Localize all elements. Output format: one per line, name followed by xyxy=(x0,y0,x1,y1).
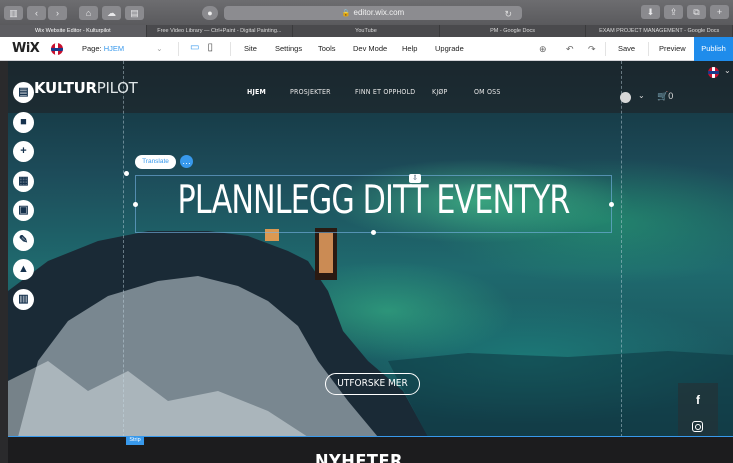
back-icon[interactable]: ‹ xyxy=(27,5,46,20)
extension-icon[interactable]: ● xyxy=(202,6,218,20)
menu-settings[interactable]: Settings xyxy=(275,37,302,61)
lock-icon: 🔒 xyxy=(341,10,351,17)
hero-headline[interactable]: PLANNLEGG DITT EVENTYR xyxy=(168,178,578,223)
grid-guide-right xyxy=(621,61,622,437)
strip-label: Strip xyxy=(126,436,144,445)
home-icon[interactable]: ⌂ xyxy=(79,5,98,20)
chevron-down-icon: ⌄ xyxy=(156,44,163,53)
news-heading[interactable]: NYHETER xyxy=(315,451,403,463)
resize-handle-left[interactable] xyxy=(133,202,138,207)
tab-exam-docs[interactable]: EXAM PROJECT MANAGEMENT - Google Docs xyxy=(586,25,733,37)
user-chevron-icon[interactable]: ⌄ xyxy=(638,91,645,100)
nav-prosjekter[interactable]: PROSJEKTER xyxy=(290,88,331,96)
menu-dev-mode[interactable]: Dev Mode xyxy=(353,37,387,61)
add-apps-icon[interactable]: ▦ xyxy=(13,170,34,192)
explore-more-button[interactable]: UTFORSKE MER xyxy=(325,373,420,395)
save-button[interactable]: Save xyxy=(618,37,635,61)
page-value: HJEM xyxy=(103,44,125,53)
background-icon[interactable]: ■ xyxy=(13,111,34,133)
reader-icon[interactable]: ▤ xyxy=(125,5,144,20)
tab-bar: Wix Website Editor - Kulturpilot Free Vi… xyxy=(0,25,733,37)
nav-om-oss[interactable]: OM OSS xyxy=(474,88,501,96)
cloud-icon[interactable]: ☁ xyxy=(102,5,121,20)
menus-pages-icon[interactable]: ▤ xyxy=(13,82,34,103)
menu-help[interactable]: Help xyxy=(402,37,417,61)
language-flag-icon[interactable] xyxy=(708,67,719,78)
forward-icon[interactable]: › xyxy=(48,5,67,20)
cart-icon[interactable]: 🛒0 xyxy=(657,91,673,102)
canvas-left-edge xyxy=(0,61,8,463)
store-icon[interactable]: ▲ xyxy=(13,259,34,280)
grid-guide-left xyxy=(123,61,124,437)
logo-thin-text: PILOT xyxy=(96,79,138,97)
download-icon[interactable]: ⬇ xyxy=(641,5,660,19)
more-actions-icon[interactable]: … xyxy=(180,155,193,168)
pen-icon[interactable]: ✎ xyxy=(13,229,34,251)
share-icon[interactable]: ⇪ xyxy=(664,5,683,19)
my-business-icon[interactable]: ▥ xyxy=(13,288,34,310)
language-chevron-icon[interactable]: ⌄ xyxy=(724,66,731,75)
wix-topbar: WiX Page: HJEM ⌄ ▭ ▯ Site Settings Tools … xyxy=(0,37,733,61)
media-icon[interactable]: ▣ xyxy=(13,200,34,221)
undo-icon[interactable]: ↶ xyxy=(566,37,574,61)
desktop-view-icon[interactable]: ▭ xyxy=(190,42,199,53)
rotate-handle[interactable] xyxy=(124,171,129,176)
browser-toolbar: ▥ ‹ › ⌂ ☁ ▤ ● 🔒 editor.wix.com ↻ ⬇ ⇪ ⧉ + xyxy=(0,0,733,25)
site-logo[interactable]: KULTURPILOT xyxy=(34,79,138,97)
social-bar: f xyxy=(678,383,718,439)
reload-icon[interactable]: ↻ xyxy=(504,7,512,21)
page-label: Page: xyxy=(82,44,102,53)
preview-button[interactable]: Preview xyxy=(659,37,686,61)
resize-handle-bottom[interactable] xyxy=(371,230,376,235)
menu-upgrade[interactable]: Upgrade xyxy=(435,37,464,61)
menu-tools[interactable]: Tools xyxy=(318,37,336,61)
redo-icon[interactable]: ↷ xyxy=(588,37,596,61)
tab-pm-docs[interactable]: PM - Google Docs xyxy=(440,25,587,37)
user-icon[interactable] xyxy=(620,92,631,103)
nav-kjop[interactable]: KJØP xyxy=(432,88,448,96)
publish-button[interactable]: Publish xyxy=(694,37,733,61)
screen: ▥ ‹ › ⌂ ☁ ▤ ● 🔒 editor.wix.com ↻ ⬇ ⇪ ⧉ + … xyxy=(0,0,733,463)
nav-finn-et-opphold[interactable]: FINN ET OPPHOLD xyxy=(355,88,415,96)
facebook-icon[interactable]: f xyxy=(678,393,718,407)
tabs-overview-icon[interactable]: ⧉ xyxy=(687,5,706,19)
cart-count: 0 xyxy=(668,91,674,101)
tab-ctrl-paint[interactable]: Free Video Library — Ctrl+Paint - Digita… xyxy=(147,25,294,37)
page-selector[interactable]: Page: HJEM ⌄ xyxy=(82,37,163,61)
wix-logo[interactable]: WiX xyxy=(12,41,40,56)
language-flag-icon[interactable] xyxy=(51,43,63,55)
instagram-icon[interactable] xyxy=(692,421,703,432)
new-tab-icon[interactable]: + xyxy=(710,5,729,19)
translate-button[interactable]: Translate xyxy=(135,155,176,169)
nav-hjem[interactable]: HJEM xyxy=(247,88,266,96)
tab-youtube[interactable]: YouTube xyxy=(293,25,440,37)
mobile-view-icon[interactable]: ▯ xyxy=(207,42,213,53)
add-icon[interactable]: + xyxy=(13,141,34,162)
tab-wix-editor[interactable]: Wix Website Editor - Kulturpilot xyxy=(0,25,147,37)
logo-bold-text: KULTUR xyxy=(34,79,97,97)
zoom-icon[interactable]: ⊕ xyxy=(539,37,547,61)
url-text: editor.wix.com xyxy=(353,8,405,17)
sidebar-toggle-icon[interactable]: ▥ xyxy=(4,5,23,20)
add-panel-toolbar: ▤ ■ + ▦ ▣ ✎ ▲ ▥ xyxy=(13,82,34,318)
menu-site[interactable]: Site xyxy=(244,37,257,61)
resize-handle-right[interactable] xyxy=(609,202,614,207)
address-bar[interactable]: 🔒 editor.wix.com ↻ xyxy=(224,6,522,20)
